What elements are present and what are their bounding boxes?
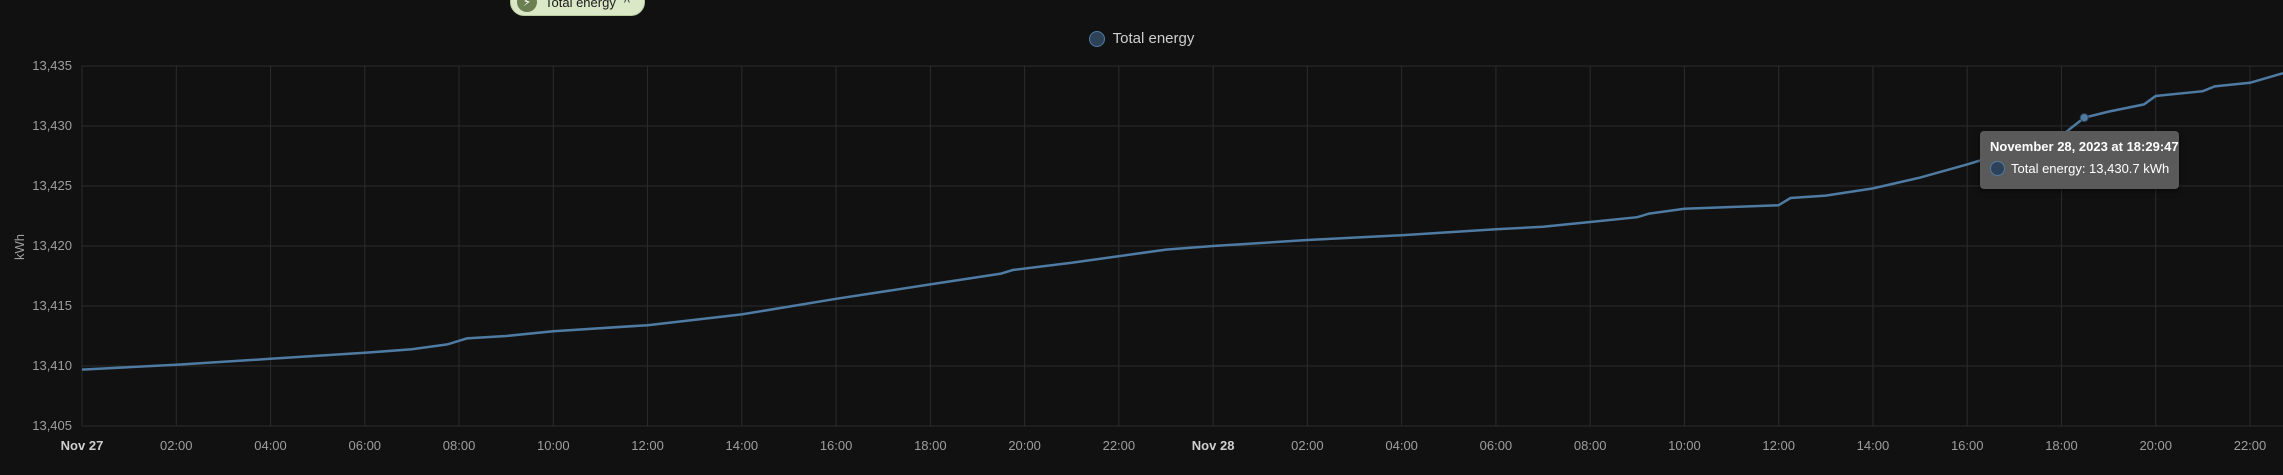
x-tick-label: 18:00 [2045, 438, 2078, 453]
x-tick-label: 04:00 [1385, 438, 1418, 453]
tooltip-row: Total energy: 13,430.7 kWh [1990, 161, 2169, 176]
x-tick-label: 02:00 [1291, 438, 1324, 453]
y-tick-label: 13,435 [32, 58, 72, 73]
tooltip-title: November 28, 2023 at 18:29:47 [1990, 139, 2179, 154]
x-tick-label: Nov 28 [1192, 438, 1235, 453]
x-tick-label: 16:00 [820, 438, 853, 453]
tooltip-value: Total energy: 13,430.7 kWh [2011, 161, 2170, 176]
history-chart[interactable]: 13,405 13,410 13,415 13,420 13,425 13,430 13,4… [0, 0, 2283, 475]
series-line-total-energy[interactable] [81, 71, 2283, 371]
x-tick-label: 22:00 [2234, 438, 2267, 453]
x-tick-label: 20:00 [1008, 438, 1041, 453]
x-tick-label: 18:00 [914, 438, 947, 453]
y-tick-label: 13,410 [32, 358, 72, 373]
x-tick-label: 12:00 [1762, 438, 1795, 453]
x-tick-label: 20:00 [2139, 438, 2172, 453]
chart-grid [81, 65, 2283, 427]
x-tick-label: Nov 27 [61, 438, 104, 453]
y-tick-label: 13,405 [32, 418, 72, 433]
x-tick-label: 06:00 [349, 438, 382, 453]
tooltip-swatch [1990, 161, 2005, 176]
y-tick-label: 13,430 [32, 118, 72, 133]
x-tick-label: 12:00 [631, 438, 664, 453]
y-tick-label: 13,420 [32, 238, 72, 253]
x-tick-label: 08:00 [443, 438, 476, 453]
x-tick-label: 22:00 [1103, 438, 1136, 453]
x-tick-label: 14:00 [1857, 438, 1890, 453]
y-tick-label: 13,415 [32, 298, 72, 313]
x-tick-label: 04:00 [254, 438, 287, 453]
x-tick-label: 16:00 [1951, 438, 1984, 453]
y-axis-ticks: 13,405 13,410 13,415 13,420 13,425 13,430 13,4… [32, 58, 72, 433]
tooltip-point [2079, 113, 2089, 123]
y-axis-label: kWh [12, 234, 27, 260]
x-tick-label: 02:00 [160, 438, 193, 453]
y-tick-label: 13,425 [32, 178, 72, 193]
x-axis-ticks: Nov 27 02:00 04:00 06:00 08:00 10:00 12:00 14:0… [61, 438, 2267, 453]
x-tick-label: 10:00 [537, 438, 570, 453]
x-tick-label: 10:00 [1668, 438, 1701, 453]
x-tick-label: 06:00 [1480, 438, 1513, 453]
x-tick-label: 08:00 [1574, 438, 1607, 453]
x-tick-label: 14:00 [726, 438, 759, 453]
chart-tooltip: November 28, 2023 at 18:29:47 Total ener… [1980, 131, 2179, 189]
